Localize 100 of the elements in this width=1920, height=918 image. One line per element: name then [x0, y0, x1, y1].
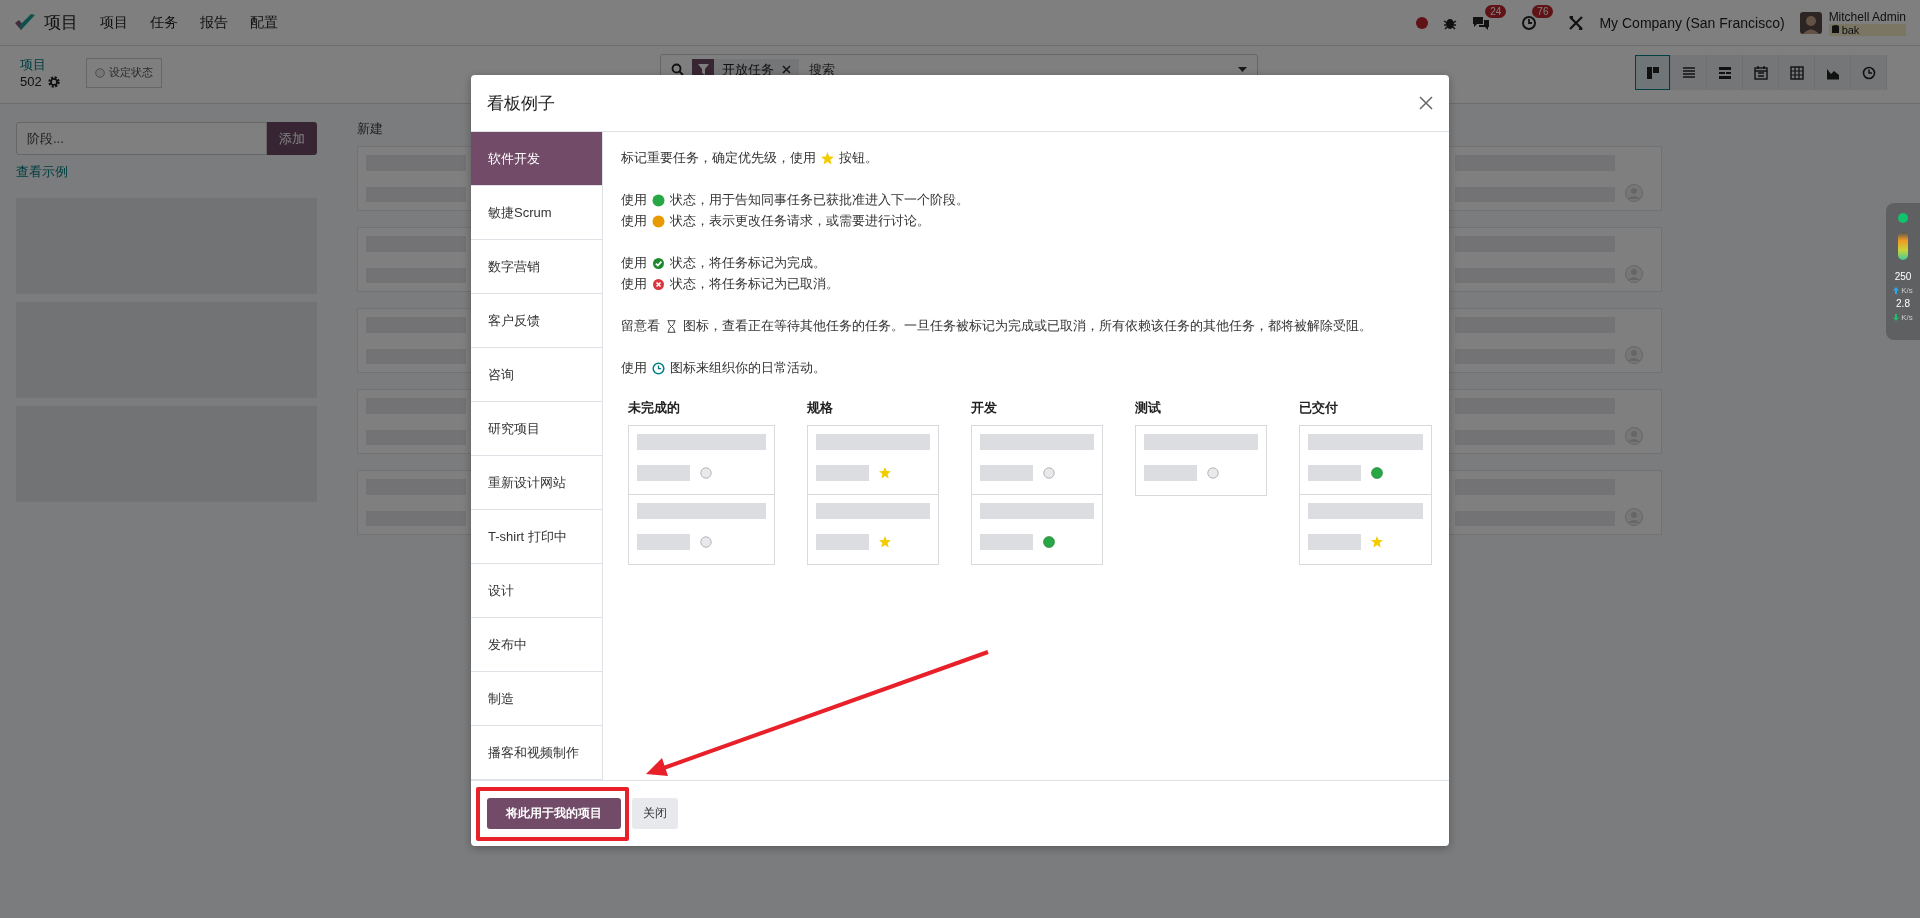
download-speed: 2.8	[1896, 299, 1910, 309]
close-icon[interactable]	[1419, 96, 1433, 110]
kanban-view-button[interactable]	[1635, 55, 1671, 90]
example-tab[interactable]: 制造	[471, 672, 602, 726]
help-text: 留意看	[621, 318, 660, 335]
column-title: 规格	[807, 399, 834, 417]
example-tab[interactable]: 设计	[471, 564, 602, 618]
gear-icon[interactable]	[47, 75, 60, 88]
help-text: 使用	[621, 360, 647, 377]
gantt-icon	[1717, 65, 1732, 80]
example-tab[interactable]: 发布中	[471, 618, 602, 672]
dialog-title: 看板例子	[487, 92, 555, 115]
up-arrow-icon	[1893, 287, 1900, 294]
star-icon	[1371, 536, 1383, 548]
close-icon[interactable]	[782, 65, 791, 74]
help-text: 状态，用于告知同事任务已获批准进入下一个阶段。	[670, 192, 969, 209]
hourglass-icon	[665, 320, 678, 333]
menu-item[interactable]: 配置	[250, 13, 278, 32]
help-text: 图标来组织你的日常活动。	[670, 360, 826, 377]
check-circle-icon	[652, 257, 665, 270]
placeholder-bar	[980, 465, 1033, 481]
tools-icon[interactable]	[1568, 14, 1585, 31]
example-tab[interactable]: 数字营销	[471, 240, 602, 294]
stage-field[interactable]: 阶段...	[16, 122, 267, 155]
status-dot-icon	[700, 467, 712, 479]
upload-speed: 250	[1894, 272, 1912, 282]
clock-icon[interactable]	[1521, 14, 1538, 31]
circle-icon	[94, 67, 105, 78]
help-text: 状态，将任务标记为已取消。	[670, 276, 839, 293]
database-label: bak	[1828, 23, 1906, 36]
database-icon	[1831, 25, 1839, 34]
column-title: 未完成的	[628, 399, 681, 417]
status-dot-icon	[1043, 467, 1055, 479]
help-text: 图标，查看正在等待其他任务的任务。一旦任务被标记为完成或已取消，所有依赖该任务的其他任务，都将被解除受阻。	[683, 318, 1372, 335]
column-title: 开发	[971, 399, 998, 417]
column-title: 已交付	[1299, 399, 1339, 417]
status-dot-icon	[1898, 213, 1908, 223]
placeholder-bar	[1308, 534, 1361, 550]
user-name[interactable]: Mitchell Admin	[1828, 9, 1906, 24]
calendar-view-button[interactable]	[1743, 55, 1779, 90]
example-tab[interactable]: 软件开发	[471, 132, 602, 186]
help-text: 状态，将任务标记为完成。	[670, 255, 826, 272]
list-view-button[interactable]	[1671, 55, 1707, 90]
status-dot-icon	[1371, 467, 1383, 479]
help-text: 使用	[621, 213, 647, 230]
status-dot-icon	[1043, 536, 1055, 548]
gantt-view-button[interactable]	[1707, 55, 1743, 90]
add-button[interactable]: 添加	[267, 122, 317, 155]
example-tab[interactable]: 重新设计网站	[471, 456, 602, 510]
search-icon[interactable]	[671, 63, 684, 76]
example-tab[interactable]: 研究项目	[471, 402, 602, 456]
activity-view-button[interactable]	[1851, 55, 1887, 90]
caret-icon[interactable]	[1238, 67, 1247, 72]
placeholder-bar	[816, 534, 869, 550]
star-icon	[821, 152, 834, 165]
activity-icon	[1861, 65, 1876, 80]
clock-icon	[652, 362, 665, 375]
count-badge: 24	[1485, 4, 1507, 18]
help-text: 按钮。	[839, 150, 878, 167]
example-tab[interactable]: 播客和视频制作	[471, 726, 602, 780]
cancel-circle-icon	[652, 278, 665, 291]
example-tab[interactable]: 敏捷Scrum	[471, 186, 602, 240]
example-tab[interactable]: 客户反馈	[471, 294, 602, 348]
example-tab[interactable]: T-shirt 打印中	[471, 510, 602, 564]
avatar-icon	[1625, 508, 1643, 526]
list-icon	[1681, 65, 1696, 80]
placeholder-bar	[1308, 465, 1361, 481]
placeholder-bar	[1144, 465, 1197, 481]
app-title[interactable]: 项目	[44, 11, 78, 34]
company-switcher[interactable]: My Company (San Francisco)	[1599, 14, 1785, 31]
use-template-button[interactable]: 将此用于我的项目	[487, 798, 621, 829]
chat-icon[interactable]	[1472, 14, 1491, 31]
gauge-icon	[1898, 232, 1908, 260]
down-arrow-icon	[1893, 314, 1900, 321]
speed-unit: K/s	[1901, 286, 1913, 295]
placeholder-bar	[816, 465, 869, 481]
status-button[interactable]: 设定状态	[85, 57, 162, 88]
placeholder-bar	[637, 465, 690, 481]
status-dot-icon	[1207, 467, 1219, 479]
menu-item[interactable]: 任务	[150, 13, 178, 32]
menu-item[interactable]: 项目	[100, 13, 128, 32]
search-field[interactable]: 搜索	[807, 61, 1230, 78]
star-icon	[879, 467, 891, 479]
avatar-icon	[1625, 265, 1643, 283]
status-dot-icon	[652, 215, 665, 228]
star-icon	[879, 536, 891, 548]
calendar-icon	[1753, 65, 1768, 80]
record-dot-icon[interactable]	[1416, 16, 1429, 29]
help-text: 使用	[621, 276, 647, 293]
menu-item[interactable]: 报告	[200, 13, 228, 32]
pivot-view-button[interactable]	[1779, 55, 1815, 90]
record-count: 502	[20, 74, 42, 89]
status-dot-icon	[700, 536, 712, 548]
placeholder-bar	[637, 534, 690, 550]
close-button[interactable]: 关闭	[632, 798, 678, 829]
graph-view-button[interactable]	[1815, 55, 1851, 90]
example-tab[interactable]: 咨询	[471, 348, 602, 402]
avatar[interactable]	[1799, 11, 1822, 34]
pivot-icon	[1789, 65, 1804, 80]
help-text: 使用	[621, 192, 647, 209]
